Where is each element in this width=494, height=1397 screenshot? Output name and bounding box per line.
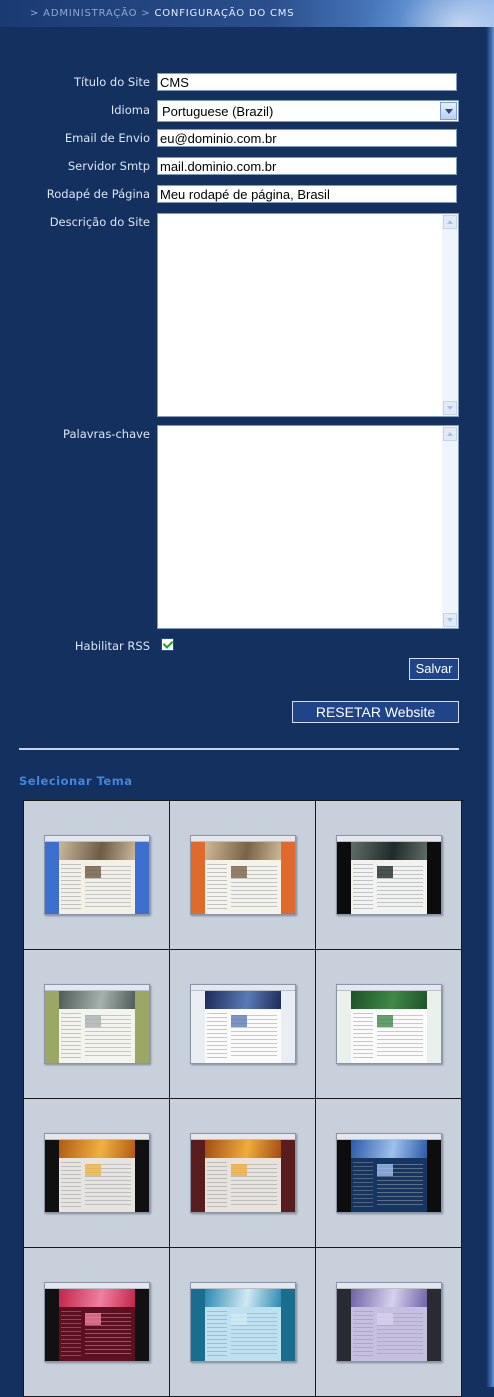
theme-option[interactable] xyxy=(170,1248,316,1397)
reset-website-button[interactable]: RESETAR Website xyxy=(292,701,459,723)
theme-option[interactable] xyxy=(170,950,316,1099)
theme-option[interactable] xyxy=(316,1099,462,1248)
right-edge-glow xyxy=(486,27,494,1387)
theme-blue-thumbnail xyxy=(44,835,150,915)
section-divider xyxy=(19,748,459,750)
scroll-down-icon[interactable] xyxy=(443,401,457,415)
theme-option[interactable] xyxy=(24,1248,170,1397)
save-button[interactable]: Salvar xyxy=(409,658,459,680)
theme-black-thumbnail xyxy=(336,835,442,915)
email-label: Email de Envio xyxy=(64,131,150,145)
breadcrumb: > ADMINISTRAÇÃO > CONFIGURAÇÃO DO CMS xyxy=(30,8,294,19)
theme-grid xyxy=(23,800,464,1397)
scroll-up-icon[interactable] xyxy=(443,427,457,441)
language-select[interactable]: Portuguese (Brazil) xyxy=(157,100,459,122)
keywords-scrollbar[interactable] xyxy=(442,426,458,628)
breadcrumb-bar: > ADMINISTRAÇÃO > CONFIGURAÇÃO DO CMS xyxy=(0,0,494,27)
theme-option[interactable] xyxy=(24,1099,170,1248)
chevron-down-icon[interactable] xyxy=(440,102,457,120)
theme-section-title: Selecionar Tema xyxy=(19,774,133,788)
theme-maroon-thumbnail xyxy=(190,1133,296,1213)
header-decoration xyxy=(364,0,494,27)
theme-option[interactable] xyxy=(24,950,170,1099)
smtp-label: Servidor Smtp xyxy=(67,159,150,173)
theme-option[interactable] xyxy=(170,801,316,950)
language-label: Idioma xyxy=(110,103,150,117)
footer-label: Rodapé de Página xyxy=(46,187,150,201)
theme-teal-thumbnail xyxy=(190,1282,296,1362)
site-title-input[interactable]: CMS xyxy=(157,73,457,91)
rss-label: Habilitar RSS xyxy=(74,639,150,653)
scroll-down-icon[interactable] xyxy=(443,613,457,627)
email-field[interactable]: eu@dominio.com.br xyxy=(157,129,457,147)
theme-crimson-thumbnail xyxy=(44,1282,150,1362)
breadcrumb-separator: > xyxy=(30,8,40,19)
description-textarea[interactable] xyxy=(157,213,459,417)
description-label: Descrição do Site xyxy=(49,215,150,229)
theme-lavender-thumbnail xyxy=(336,1282,442,1362)
scroll-up-icon[interactable] xyxy=(443,215,457,229)
theme-option[interactable] xyxy=(170,1099,316,1248)
theme-fire-thumbnail xyxy=(44,1133,150,1213)
rss-checkbox[interactable] xyxy=(161,638,174,651)
keywords-textarea[interactable] xyxy=(157,425,459,629)
language-selected-value: Portuguese (Brazil) xyxy=(162,104,274,119)
theme-option[interactable] xyxy=(316,950,462,1099)
theme-option[interactable] xyxy=(316,801,462,950)
smtp-field[interactable]: mail.dominio.com.br xyxy=(157,157,457,175)
theme-option[interactable] xyxy=(316,1248,462,1397)
theme-option[interactable] xyxy=(24,801,170,950)
keywords-label: Palavras-chave xyxy=(63,427,150,441)
breadcrumb-current: CONFIGURAÇÃO DO CMS xyxy=(154,8,295,19)
theme-olive-thumbnail xyxy=(44,984,150,1064)
site-title-label: Título do Site xyxy=(74,75,150,89)
theme-navy-thumbnail xyxy=(190,984,296,1064)
breadcrumb-link-administracao[interactable]: ADMINISTRAÇÃO xyxy=(43,8,137,19)
footer-field[interactable]: Meu rodapé de página, Brasil xyxy=(157,185,457,203)
description-scrollbar[interactable] xyxy=(442,214,458,416)
breadcrumb-separator: > xyxy=(141,8,151,19)
theme-green-thumbnail xyxy=(336,984,442,1064)
theme-night-thumbnail xyxy=(336,1133,442,1213)
theme-orange-thumbnail xyxy=(190,835,296,915)
